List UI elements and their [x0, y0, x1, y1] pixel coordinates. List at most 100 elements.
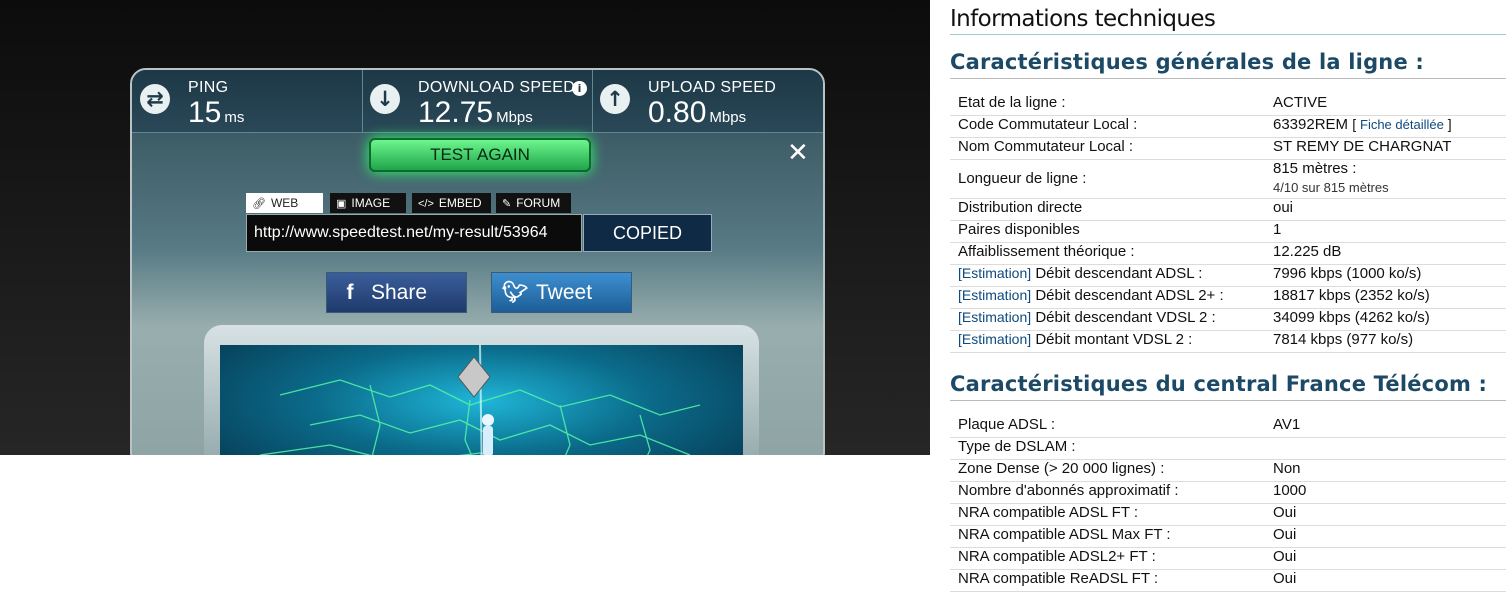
- row-key: Nom Commutateur Local :: [958, 138, 1134, 155]
- row-value: 815 mètres :: [1273, 160, 1357, 177]
- row-value: AV1: [1273, 416, 1301, 433]
- tab-image[interactable]: ▣ IMAGE: [330, 193, 406, 213]
- row-subvalue: 4/10 sur 815 mètres: [1273, 180, 1389, 195]
- detail-link-wrapper: [ Fiche détaillée ]: [1352, 116, 1452, 132]
- upload-value-line: 0.80 Mbps: [648, 96, 746, 130]
- row-value: 12.225 dB: [1273, 243, 1342, 260]
- estimation-prefix: [Estimation]: [958, 287, 1032, 303]
- table-row: [Estimation] Débit descendant ADSL 2+ : …: [950, 287, 1506, 309]
- signal-beam: [479, 344, 483, 455]
- row-value-group: 63392REM [ Fiche détaillée ]: [1273, 116, 1452, 133]
- row-key: Nombre d'abonnés approximatif :: [958, 482, 1179, 499]
- row-value: Oui: [1273, 526, 1297, 543]
- download-value-line: 12.75 Mbps: [418, 96, 533, 130]
- download-label: DOWNLOAD SPEED: [418, 79, 576, 96]
- location-pin-icon: [482, 414, 494, 455]
- stats-bar: ⇄ PING 15 ms ↓ DOWNLOAD SPEED i 12.75 Mbps…: [132, 70, 823, 133]
- estimation-prefix: [Estimation]: [958, 309, 1032, 325]
- table-row: [Estimation] Débit descendant ADSL : 799…: [950, 265, 1506, 287]
- row-key: Plaque ADSL :: [958, 416, 1056, 433]
- page-title: Informations techniques: [950, 6, 1216, 32]
- table-row: Affaiblissement théorique : 12.225 dB: [950, 243, 1506, 265]
- server-marker-icon: [457, 356, 491, 398]
- test-again-button[interactable]: TEST AGAIN: [369, 138, 591, 172]
- upload-value: 0.80: [648, 96, 707, 129]
- ping-arrows-icon: ⇄: [140, 84, 170, 114]
- estimation-prefix: [Estimation]: [958, 265, 1032, 281]
- download-arrow-icon: ↓: [370, 84, 400, 114]
- table-row: Nombre d'abonnés approximatif : 1000: [950, 482, 1506, 504]
- table-row: Zone Dense (> 20 000 lignes) : Non: [950, 460, 1506, 482]
- row-key: Paires disponibles: [958, 221, 1080, 238]
- row-value: 7996 kbps (1000 ko/s): [1273, 265, 1422, 282]
- row-key: Affaiblissement théorique :: [958, 243, 1135, 260]
- table-row: Code Commutateur Local : 63392REM [ Fich…: [950, 116, 1506, 138]
- server-map: [220, 344, 743, 455]
- row-value: 18817 kbps (2352 ko/s): [1273, 287, 1430, 304]
- results-panel: ⇄ PING 15 ms ↓ DOWNLOAD SPEED i 12.75 Mbps…: [130, 68, 825, 455]
- table-row: Paires disponibles 1: [950, 221, 1506, 243]
- row-value: 1: [1273, 221, 1282, 238]
- section-title-line: Caractéristiques générales de la ligne :: [950, 50, 1425, 74]
- row-key: Type de DSLAM :: [958, 438, 1076, 455]
- table-row: NRA compatible ADSL FT : Oui: [950, 504, 1506, 526]
- table-row: NRA compatible ReADSL FT : Oui: [950, 570, 1506, 592]
- image-icon: ▣: [336, 198, 347, 210]
- upload-stat: ↑ UPLOAD SPEED 0.80 Mbps: [592, 70, 823, 132]
- row-value: Oui: [1273, 570, 1297, 587]
- ping-stat: ⇄ PING 15 ms: [132, 70, 363, 132]
- row-value: Oui: [1273, 504, 1297, 521]
- title-divider: [950, 34, 1506, 35]
- table-row: Type de DSLAM :: [950, 438, 1506, 460]
- row-key: Etat de la ligne :: [958, 94, 1066, 111]
- technical-info-panel: Informations techniques Caractéristiques…: [936, 0, 1506, 594]
- info-icon[interactable]: i: [572, 81, 587, 96]
- section-divider: [950, 78, 1506, 79]
- map-borders: [259, 344, 701, 455]
- table-row: Longueur de ligne : 815 mètres : 4/10 su…: [950, 160, 1506, 199]
- code-icon: </>: [418, 198, 434, 210]
- table-row: Distribution directe oui: [950, 199, 1506, 221]
- tab-embed[interactable]: </> EMBED: [412, 193, 491, 213]
- row-key: NRA compatible ReADSL FT :: [958, 570, 1159, 587]
- fiche-detaillee-link[interactable]: Fiche détaillée: [1360, 117, 1444, 132]
- upload-label: UPLOAD SPEED: [648, 79, 777, 96]
- twitter-tweet-button[interactable]: 🐦︎ Tweet: [491, 272, 632, 313]
- row-value: 63392REM: [1273, 116, 1349, 133]
- table-row: Nom Commutateur Local : ST REMY DE CHARG…: [950, 138, 1506, 160]
- row-key: Code Commutateur Local :: [958, 116, 1138, 133]
- row-key-group: [Estimation] Débit descendant ADSL 2+ :: [958, 287, 1224, 304]
- table-row: NRA compatible ADSL Max FT : Oui: [950, 526, 1506, 548]
- row-value: 1000: [1273, 482, 1307, 499]
- download-unit: Mbps: [496, 109, 533, 126]
- download-value: 12.75: [418, 96, 494, 129]
- row-key-group: [Estimation] Débit montant VDSL 2 :: [958, 331, 1193, 348]
- row-key-group: [Estimation] Débit descendant ADSL :: [958, 265, 1203, 282]
- link-icon: 🔗︎: [252, 198, 266, 210]
- row-value: Non: [1273, 460, 1301, 477]
- row-key: NRA compatible ADSL FT :: [958, 504, 1139, 521]
- row-key: Distribution directe: [958, 199, 1083, 216]
- section-title-central: Caractéristiques du central France Téléc…: [950, 372, 1488, 396]
- edit-icon: ✎: [502, 198, 512, 210]
- row-value: oui: [1273, 199, 1294, 216]
- close-icon[interactable]: ✕: [787, 140, 809, 166]
- table-row: Etat de la ligne : ACTIVE: [950, 94, 1506, 116]
- ping-value-line: 15 ms: [188, 96, 244, 130]
- table-row: NRA compatible ADSL2+ FT : Oui: [950, 548, 1506, 570]
- row-key: NRA compatible ADSL Max FT :: [958, 526, 1171, 543]
- tab-forum[interactable]: ✎ FORUM: [496, 193, 571, 213]
- row-key: Zone Dense (> 20 000 lignes) :: [958, 460, 1165, 477]
- row-key: NRA compatible ADSL2+ FT :: [958, 548, 1156, 565]
- tab-web[interactable]: 🔗︎ WEB: [246, 193, 323, 213]
- copied-button[interactable]: COPIED: [583, 214, 712, 252]
- facebook-icon: f: [346, 281, 354, 304]
- table-row: Plaque ADSL : AV1: [950, 416, 1506, 438]
- result-url-field[interactable]: http://www.speedtest.net/my-result/53964: [246, 214, 582, 252]
- ping-unit: ms: [224, 109, 245, 126]
- facebook-share-button[interactable]: f Share: [326, 272, 467, 313]
- ping-label: PING: [188, 79, 229, 96]
- row-key-group: [Estimation] Débit descendant VDSL 2 :: [958, 309, 1216, 326]
- ping-value: 15: [188, 96, 222, 129]
- upload-unit: Mbps: [709, 109, 747, 126]
